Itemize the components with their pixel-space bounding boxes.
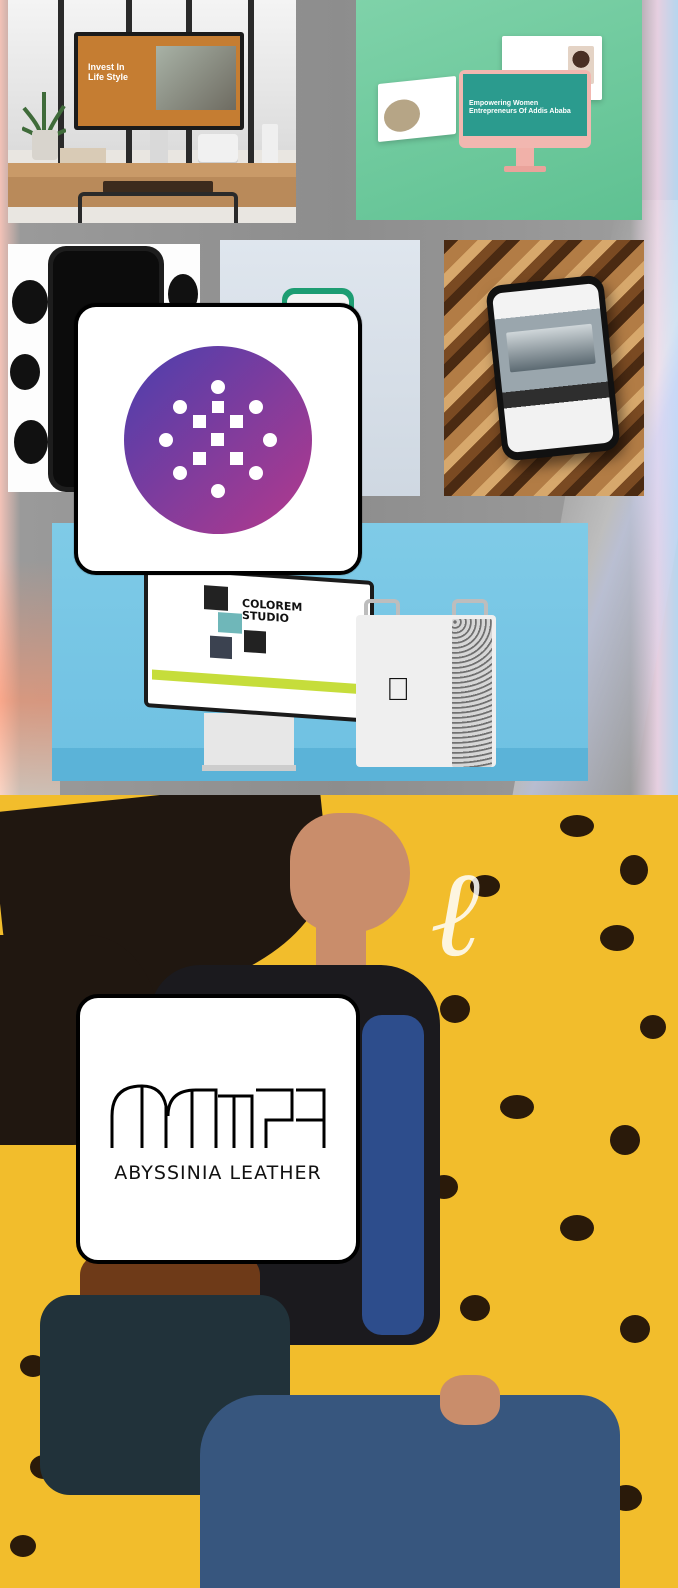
speaker <box>198 134 238 164</box>
leopard-spot <box>640 1015 666 1039</box>
leopard-spot <box>440 995 470 1023</box>
screen-photo <box>156 46 236 110</box>
jeans <box>200 1395 620 1588</box>
book-stack <box>60 148 106 164</box>
neon-script: ℓ <box>430 845 480 984</box>
leopard-spot <box>560 815 594 837</box>
floor <box>52 748 588 781</box>
lime-bar <box>152 669 368 695</box>
leopard-spot <box>560 1215 594 1241</box>
cup <box>262 124 278 164</box>
imac-stand <box>516 148 534 168</box>
wood-phone-mockup <box>444 240 644 496</box>
display: COLOREM STUDIO <box>144 564 374 724</box>
decor-square <box>210 635 232 660</box>
desk-monitor-mockup: Invest In Life Style <box>8 0 296 223</box>
imac: Empowering Women Entrepreneurs Of Addis … <box>459 70 591 148</box>
decor-square <box>204 585 228 611</box>
decor-square <box>218 612 242 634</box>
warm-glow <box>0 560 60 795</box>
imac-heading: Empowering Women Entrepreneurs Of Addis … <box>469 100 571 115</box>
card-text <box>422 94 454 97</box>
brand-name: ABYSSINIA LEATHER <box>114 1162 322 1184</box>
logo-card-abyssinia-leather: ABYSSINIA LEATHER <box>76 994 360 1264</box>
display-stand <box>204 713 294 769</box>
imac-screen: Empowering Women Entrepreneurs Of Addis … <box>463 74 587 136</box>
screen-headline: Invest In Life Style <box>88 62 129 82</box>
decor-square <box>244 629 266 654</box>
imac-foot <box>504 166 546 172</box>
phone <box>485 274 621 462</box>
leopard-spot <box>460 1295 490 1321</box>
desk-top <box>8 163 296 177</box>
leopard-spot <box>600 925 634 951</box>
hand <box>440 1375 500 1425</box>
monitor: Invest In Life Style <box>74 32 244 130</box>
display-foot <box>202 765 296 771</box>
green-monitor-mockup: Empowering Women Entrepreneurs Of Addis … <box>356 0 642 220</box>
apple-logo-icon:  <box>386 673 410 705</box>
monitor-screen: Invest In Life Style <box>78 36 240 126</box>
plant-pot <box>32 130 58 160</box>
window-frame <box>248 0 254 165</box>
tower-grill <box>452 619 492 767</box>
leopard-spot <box>620 1315 650 1343</box>
floating-card-left <box>378 75 456 143</box>
brush-shape <box>14 420 48 464</box>
interior-photo <box>506 323 596 373</box>
patterned-sweater <box>362 1015 424 1335</box>
leopard-spot <box>500 1095 534 1119</box>
phone-screen <box>491 282 615 454</box>
amharic-wordmark-icon <box>110 1084 326 1148</box>
monitor-stand <box>150 130 168 164</box>
studio-title: COLOREM STUDIO <box>242 596 303 626</box>
brush-shape <box>10 354 40 390</box>
logo-card-constellation <box>74 303 362 575</box>
leopard-spot <box>620 855 648 885</box>
leopard-spot <box>610 1125 640 1155</box>
chair <box>78 192 238 223</box>
card-photo <box>384 97 420 134</box>
constellation-logo-icon <box>124 346 312 534</box>
brush-shape <box>12 280 48 324</box>
leopard-spot <box>10 1535 36 1557</box>
